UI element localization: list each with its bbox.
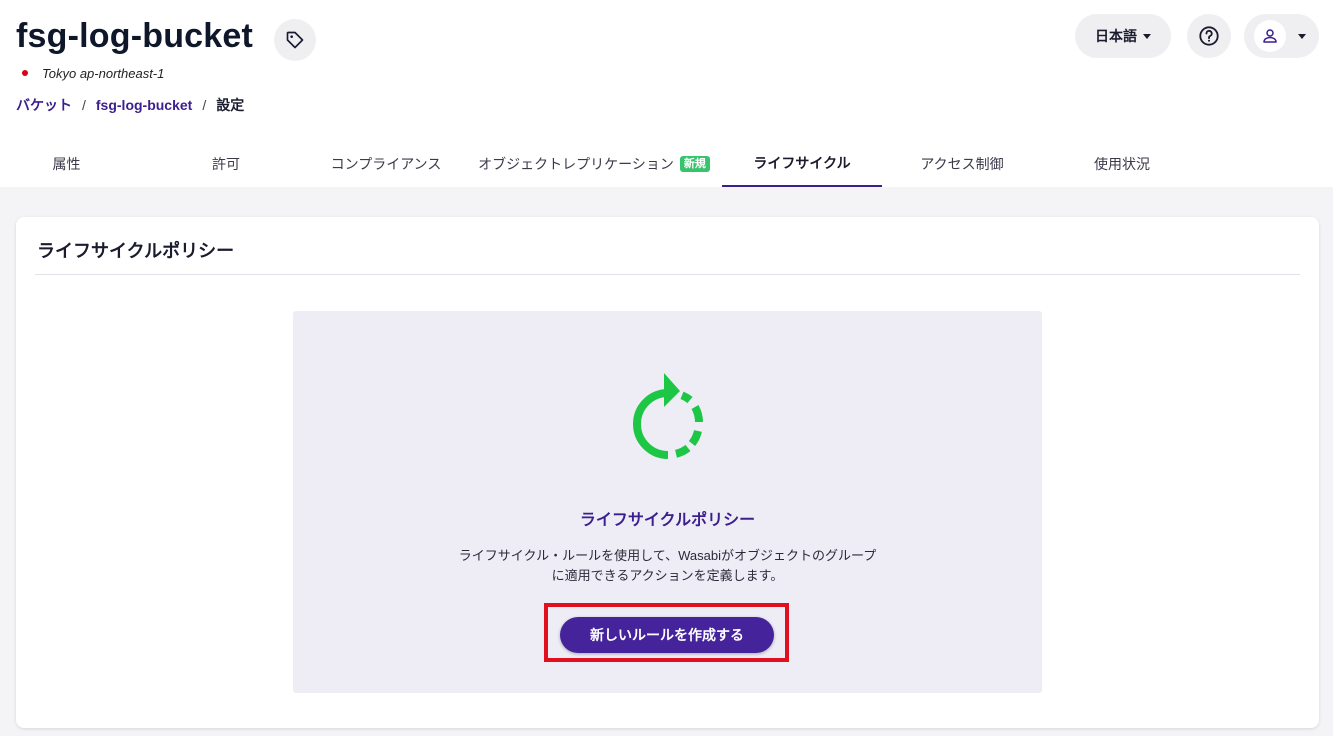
tag-button[interactable] — [274, 19, 316, 61]
tab-usage[interactable]: 使用状況 — [1056, 141, 1188, 187]
tab-lifecycle[interactable]: ライフサイクル — [722, 141, 882, 187]
region-text: Tokyo ap-northeast-1 — [42, 65, 165, 81]
create-rule-button[interactable]: 新しいルールを作成する — [560, 617, 774, 653]
avatar — [1254, 20, 1286, 52]
breadcrumb-separator: / — [202, 97, 207, 113]
breadcrumb-current: 設定 — [216, 97, 245, 113]
cycle-arrow-icon — [633, 373, 703, 459]
empty-state-panel: ライフサイクルポリシー ライフサイクル・ルールを使用して、Wasabiがオブジェ… — [293, 311, 1042, 693]
tab-label: 使用状況 — [1094, 156, 1150, 172]
language-selector[interactable]: 日本語 — [1075, 14, 1171, 58]
help-button[interactable] — [1187, 14, 1231, 58]
new-badge: 新規 — [679, 156, 710, 172]
tag-icon — [286, 31, 304, 49]
tab-label: 許可 — [212, 156, 240, 172]
lifecycle-policy-card: ライフサイクルポリシー ライフサイクルポリシー ライフサイクル・ルールを使用して… — [16, 217, 1319, 728]
user-icon — [1263, 29, 1277, 43]
tab-label: 属性 — [52, 156, 81, 172]
tab-label: ライフサイクル — [753, 155, 851, 171]
caret-down-icon — [1298, 33, 1306, 39]
user-menu-button[interactable] — [1244, 14, 1319, 58]
tab-label: アクセス制御 — [920, 156, 1004, 172]
japan-flag-icon — [18, 68, 32, 78]
breadcrumb-bucket[interactable]: fsg-log-bucket — [96, 97, 192, 113]
card-title: ライフサイクルポリシー — [37, 241, 235, 261]
tab-access-control[interactable]: アクセス制御 — [896, 141, 1028, 187]
divider — [35, 274, 1300, 275]
tab-object-replication[interactable]: オブジェクトレプリケーション 新規 — [474, 141, 714, 187]
breadcrumb: バケット / fsg-log-bucket / 設定 — [16, 95, 244, 115]
main-content: ライフサイクルポリシー ライフサイクルポリシー ライフサイクル・ルールを使用して… — [0, 187, 1333, 736]
tab-label: コンプライアンス — [330, 156, 442, 172]
empty-state-title: ライフサイクルポリシー — [579, 512, 756, 529]
caret-down-icon — [1143, 33, 1151, 39]
breadcrumb-separator: / — [82, 97, 86, 113]
tab-properties[interactable]: 属性 — [0, 141, 133, 187]
region-label: Tokyo ap-northeast-1 — [18, 63, 164, 83]
settings-tabs: 属性 許可 コンプライアンス オブジェクトレプリケーション 新規 ライフサイクル… — [0, 141, 1333, 187]
help-circle-icon — [1199, 26, 1219, 46]
bucket-title: fsg-log-bucket — [16, 17, 254, 55]
tab-label: オブジェクトレプリケーション — [478, 156, 674, 172]
tab-compliance[interactable]: コンプライアンス — [320, 141, 452, 187]
language-label: 日本語 — [1095, 29, 1137, 45]
breadcrumb-buckets[interactable]: バケット — [16, 95, 72, 115]
page-header: fsg-log-bucket Tokyo ap-northeast-1 バケット… — [0, 0, 1333, 187]
tab-permissions[interactable]: 許可 — [160, 141, 292, 187]
empty-state-description: ライフサイクル・ルールを使用して、Wasabiがオブジェクトのグループに適用でき… — [458, 548, 877, 583]
